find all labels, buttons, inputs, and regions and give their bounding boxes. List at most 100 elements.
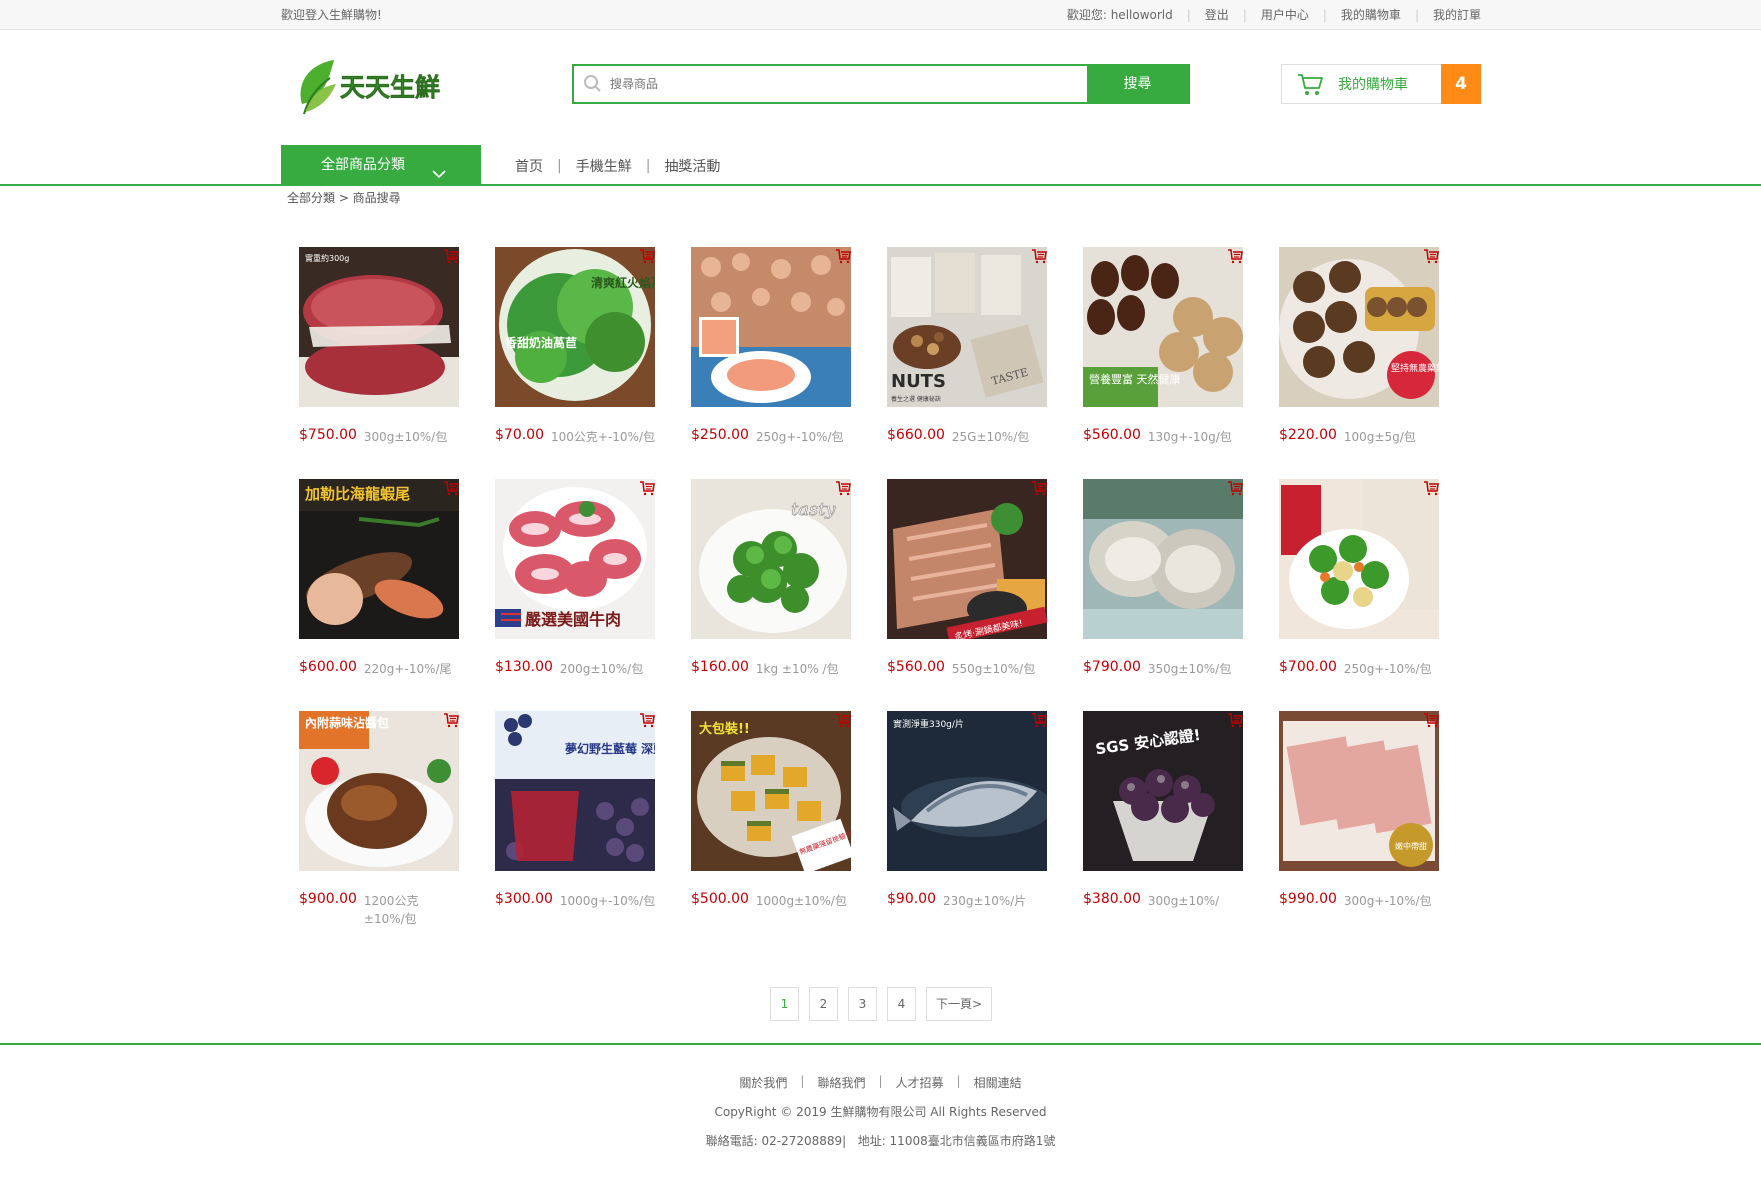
svg-text:嫩中帶甜: 嫩中帶甜 <box>1395 841 1427 851</box>
all-categories-label: 全部商品分類 <box>321 157 405 173</box>
product-image[interactable]: 實測淨重330g/片 <box>887 711 1047 871</box>
product-image[interactable]: 加勒比海龍蝦尾 <box>299 479 459 639</box>
product-card[interactable]: 加勒比海龍蝦尾 $600.00 220g+-10%/尾 <box>299 479 459 676</box>
product-image[interactable]: 內附蒜味沾醬包 <box>299 711 459 871</box>
product-card[interactable]: 清爽紅火焰萵苣 香甜奶油萵苣 $70.00 100公克+-10%/包 <box>495 247 655 444</box>
product-image[interactable]: 炙烤·涮鍋都美味! <box>887 479 1047 639</box>
product-price: $750.00 <box>299 427 357 443</box>
add-to-cart-icon[interactable] <box>1423 248 1439 264</box>
product-price: $660.00 <box>887 427 945 443</box>
add-to-cart-icon[interactable] <box>835 480 851 496</box>
product-card[interactable]: tasty $160.00 1kg ±10% /包 <box>691 479 851 676</box>
nav-divider <box>0 184 1761 186</box>
add-to-cart-icon[interactable] <box>1423 480 1439 496</box>
nav-lottery[interactable]: 抽獎活動 <box>664 156 720 176</box>
add-to-cart-icon[interactable] <box>1227 480 1243 496</box>
add-to-cart-icon[interactable] <box>1031 480 1047 496</box>
svg-text:堅持無農藥無添加: 堅持無農藥無添加 <box>1391 362 1439 374</box>
product-image[interactable]: 營養豐富 天然健康 <box>1083 247 1243 407</box>
footer-contact[interactable]: 聯絡我們 <box>817 1074 865 1091</box>
add-to-cart-icon[interactable] <box>639 248 655 264</box>
product-info: $560.00 130g+-10g/包 <box>1083 427 1247 446</box>
add-to-cart-icon[interactable] <box>443 712 459 728</box>
product-unit: 300g±10%/包 <box>363 430 448 444</box>
product-image[interactable]: 嚴選美國牛肉 <box>495 479 655 639</box>
add-to-cart-icon[interactable] <box>639 480 655 496</box>
cart-count-badge: 4 <box>1441 64 1481 104</box>
product-price: $790.00 <box>1083 659 1141 675</box>
product-image[interactable]: 堅持無農藥無添加 <box>1279 247 1439 407</box>
phone: 聯絡電話: 02-27208889| <box>705 1134 847 1148</box>
product-card[interactable]: 實測淨重330g/片 $90.00 230g±10%/片 <box>887 711 1047 908</box>
product-card[interactable]: 內附蒜味沾醬包 $900.00 1200公克±10%/包 <box>299 711 459 926</box>
product-card[interactable]: 營養豐富 天然健康 $560.00 130g+-10g/包 <box>1083 247 1243 444</box>
add-to-cart-icon[interactable] <box>835 248 851 264</box>
product-image[interactable]: SGS 安心認證! <box>1083 711 1243 871</box>
product-card[interactable]: SGS 安心認證! $380.00 300g±10%/ <box>1083 711 1243 908</box>
product-info: $70.00 100公克+-10%/包 <box>495 427 659 446</box>
add-to-cart-icon[interactable] <box>1227 248 1243 264</box>
product-card[interactable]: NUTS 養生之選 健康秘訣 TASTE $660.00 25G±10%/包 <box>887 247 1047 444</box>
next-page-button[interactable]: 下一頁> <box>926 987 992 1021</box>
product-info: $250.00 250g+-10%/包 <box>691 427 855 446</box>
my-cart-link[interactable]: 我的購物車 <box>1341 0 1401 30</box>
site-logo[interactable]: 天天生鮮 <box>296 56 450 118</box>
product-image[interactable]: 清爽紅火焰萵苣 香甜奶油萵苣 <box>495 247 655 407</box>
product-image[interactable] <box>1083 479 1243 639</box>
product-card[interactable]: $700.00 250g+-10%/包 <box>1279 479 1439 676</box>
product-image[interactable] <box>1279 479 1439 639</box>
product-price: $600.00 <box>299 659 357 675</box>
product-card[interactable]: 嫩中帶甜 $990.00 300g+-10%/包 <box>1279 711 1439 908</box>
product-card[interactable]: 實重約300g $750.00 300g±10%/包 <box>299 247 459 444</box>
add-to-cart-icon[interactable] <box>1031 248 1047 264</box>
product-card[interactable]: $790.00 350g±10%/包 <box>1083 479 1243 676</box>
page-3[interactable]: 3 <box>848 987 877 1021</box>
product-info: $790.00 350g±10%/包 <box>1083 659 1247 678</box>
user-center-link[interactable]: 用户中心 <box>1261 0 1309 30</box>
add-to-cart-icon[interactable] <box>443 480 459 496</box>
add-to-cart-icon[interactable] <box>1423 712 1439 728</box>
footer: 關於我們 | 聯絡我們 | 人才招募 | 相關連結 CopyRight © 20… <box>0 1074 1761 1149</box>
product-price: $700.00 <box>1279 659 1337 675</box>
product-image[interactable]: NUTS 養生之選 健康秘訣 TASTE <box>887 247 1047 407</box>
product-image[interactable]: 大包裝!! 無農藥殘留檢驗合格 <box>691 711 851 871</box>
product-image[interactable]: 實重約300g <box>299 247 459 407</box>
product-card[interactable]: $250.00 250g+-10%/包 <box>691 247 851 444</box>
main-nav: 首页 | 手機生鮮 | 抽獎活動 <box>515 156 721 176</box>
svg-text:內附蒜味沾醬包: 內附蒜味沾醬包 <box>305 715 389 730</box>
svg-text:實重約300g: 實重約300g <box>305 253 349 263</box>
product-card[interactable]: 堅持無農藥無添加 $220.00 100g±5g/包 <box>1279 247 1439 444</box>
add-to-cart-icon[interactable] <box>639 712 655 728</box>
footer-related-links[interactable]: 相關連結 <box>974 1074 1022 1091</box>
nav-mobile-fresh[interactable]: 手機生鮮 <box>576 156 632 176</box>
add-to-cart-icon[interactable] <box>443 248 459 264</box>
product-card[interactable]: 炙烤·涮鍋都美味! $560.00 550g±10%/包 <box>887 479 1047 676</box>
all-categories-button[interactable]: 全部商品分類 <box>281 145 481 186</box>
footer-jobs[interactable]: 人才招募 <box>896 1074 944 1091</box>
product-image[interactable]: 嫩中帶甜 <box>1279 711 1439 871</box>
logout-link[interactable]: 登出 <box>1205 0 1229 30</box>
add-to-cart-icon[interactable] <box>835 712 851 728</box>
page-1[interactable]: 1 <box>770 987 799 1021</box>
chevron-down-icon <box>431 158 447 178</box>
footer-about[interactable]: 關於我們 <box>739 1074 787 1091</box>
nav-home[interactable]: 首页 <box>515 156 543 176</box>
product-image[interactable] <box>691 247 851 407</box>
my-orders-link[interactable]: 我的訂單 <box>1433 0 1481 30</box>
product-image[interactable]: tasty <box>691 479 851 639</box>
top-links: 歡迎您: helloworld | 登出 | 用户中心 | 我的購物車 | 我的… <box>1067 0 1481 30</box>
search-button[interactable]: 搜尋 <box>1087 66 1188 102</box>
product-unit: 250g+-10%/包 <box>1343 662 1432 676</box>
add-to-cart-icon[interactable] <box>1227 712 1243 728</box>
add-to-cart-icon[interactable] <box>1031 712 1047 728</box>
cart-widget[interactable]: 我的購物車 4 <box>1281 64 1481 104</box>
product-card[interactable]: 夢幻野生藍莓 深藍色神奇魅力 $300.00 1000g+-10%/包 <box>495 711 655 908</box>
product-info: $990.00 300g+-10%/包 <box>1279 891 1443 910</box>
product-image[interactable]: 夢幻野生藍莓 深藍色神奇魅力 <box>495 711 655 871</box>
product-card[interactable]: 嚴選美國牛肉 $130.00 200g±10%/包 <box>495 479 655 676</box>
search-input[interactable] <box>610 66 1087 102</box>
page-4[interactable]: 4 <box>887 987 916 1021</box>
page-2[interactable]: 2 <box>809 987 838 1021</box>
product-price: $560.00 <box>1083 427 1141 443</box>
product-card[interactable]: 大包裝!! 無農藥殘留檢驗合格 $500.00 1000g±10%/包 <box>691 711 851 908</box>
